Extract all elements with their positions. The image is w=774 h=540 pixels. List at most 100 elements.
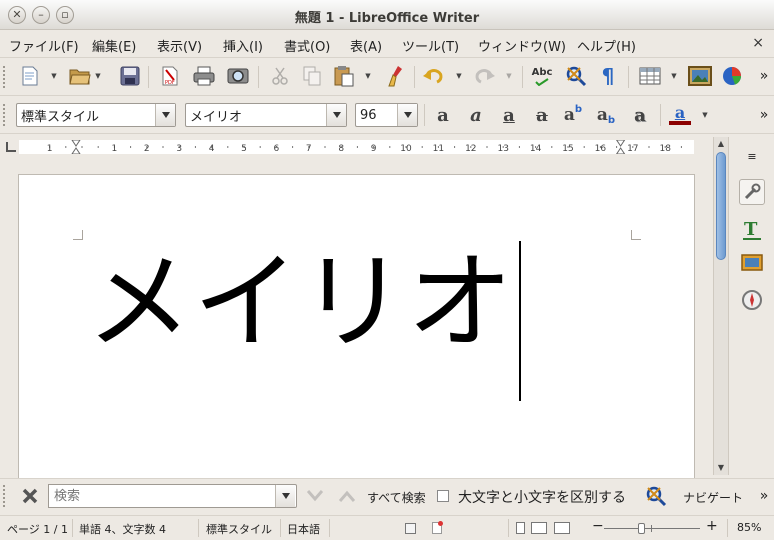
- image-icon[interactable]: [688, 64, 712, 88]
- clone-formatting-icon[interactable]: [384, 64, 408, 88]
- font-size-select[interactable]: 96: [355, 103, 418, 127]
- italic-icon[interactable]: a: [464, 103, 488, 127]
- vertical-scrollbar[interactable]: ▲ ▼: [713, 137, 728, 475]
- scroll-down-icon[interactable]: ▼: [715, 461, 727, 474]
- properties-icon[interactable]: [739, 179, 765, 205]
- menu-table[interactable]: 表(A): [350, 36, 382, 55]
- open-folder-icon[interactable]: [68, 64, 92, 88]
- single-page-view-icon[interactable]: [516, 522, 525, 534]
- gallery-icon[interactable]: [739, 249, 765, 275]
- font-size-value: 96: [360, 107, 377, 123]
- find-replace-icon[interactable]: [644, 484, 668, 508]
- menu-format[interactable]: 書式(O): [284, 36, 330, 55]
- match-case-checkbox[interactable]: [437, 490, 449, 502]
- superscript-icon[interactable]: ab: [561, 103, 585, 127]
- menu-help[interactable]: ヘルプ(H): [577, 36, 636, 55]
- left-indent-marker[interactable]: [71, 140, 81, 154]
- insert-mode-icon[interactable]: [405, 523, 416, 534]
- spellcheck-icon[interactable]: Abc: [530, 64, 554, 88]
- scroll-up-icon[interactable]: ▲: [715, 137, 727, 150]
- save-icon[interactable]: [118, 64, 142, 88]
- multi-page-view-icon[interactable]: [531, 522, 547, 534]
- open-dropdown-arrow[interactable]: ▼: [94, 64, 102, 88]
- zoom-slider-thumb[interactable]: [638, 523, 646, 534]
- toolbar-overflow-icon[interactable]: »: [752, 484, 774, 508]
- underline-icon[interactable]: a: [497, 103, 521, 127]
- menu-window[interactable]: ウィンドウ(W): [478, 36, 566, 55]
- search-history-dropdown[interactable]: [275, 484, 297, 508]
- find-next-icon[interactable]: [303, 484, 327, 508]
- bold-icon[interactable]: a: [431, 103, 455, 127]
- status-separator: [329, 519, 330, 537]
- tab-stop-icon[interactable]: [6, 142, 16, 152]
- paragraph-style-select[interactable]: 標準スタイル: [16, 103, 176, 127]
- font-color-icon[interactable]: a: [668, 103, 692, 127]
- document-text[interactable]: メイリオ: [86, 238, 514, 368]
- paste-dropdown-arrow[interactable]: ▼: [364, 64, 372, 88]
- right-indent-marker[interactable]: [615, 140, 626, 154]
- menu-edit[interactable]: 編集(E): [92, 36, 136, 55]
- redo-dropdown-arrow[interactable]: ▼: [505, 64, 513, 88]
- ruler-label: 7: [306, 144, 312, 154]
- book-view-icon[interactable]: [554, 522, 570, 534]
- export-pdf-icon[interactable]: PDF: [158, 64, 182, 88]
- zoom-out-icon[interactable]: −: [592, 518, 604, 534]
- chart-icon[interactable]: [720, 64, 744, 88]
- navigator-icon[interactable]: [739, 287, 765, 313]
- new-document-icon[interactable]: [18, 64, 42, 88]
- page-style[interactable]: 標準スタイル: [206, 521, 272, 537]
- toolbar-overflow-icon[interactable]: »: [752, 64, 774, 88]
- shadow-icon[interactable]: a: [628, 103, 652, 127]
- styles-icon[interactable]: T: [739, 217, 765, 243]
- undo-icon[interactable]: [422, 64, 446, 88]
- chevron-down-icon[interactable]: [326, 104, 346, 126]
- font-name-select[interactable]: メイリオ: [185, 103, 347, 127]
- find-previous-icon[interactable]: [335, 484, 359, 508]
- autocheck-icon[interactable]: [564, 64, 588, 88]
- zoom-in-icon[interactable]: +: [706, 518, 718, 534]
- close-findbar-icon[interactable]: [18, 484, 42, 508]
- svg-text:T: T: [744, 219, 758, 240]
- menu-view[interactable]: 表示(V): [157, 36, 202, 55]
- toolbar-grip[interactable]: [3, 104, 7, 126]
- document-area[interactable]: メイリオ: [0, 157, 713, 484]
- ruler-label: 3: [176, 144, 182, 154]
- print-icon[interactable]: [192, 64, 216, 88]
- toolbar-grip[interactable]: [3, 66, 7, 88]
- scroll-thumb[interactable]: [716, 152, 726, 260]
- menu-file[interactable]: ファイル(F): [9, 36, 79, 55]
- menu-tools[interactable]: ツール(T): [402, 36, 459, 55]
- table-dropdown-arrow[interactable]: ▼: [670, 64, 678, 88]
- close-document-button[interactable]: ×: [752, 35, 764, 51]
- toolbar-grip[interactable]: [3, 485, 7, 507]
- redo-icon[interactable]: [472, 64, 496, 88]
- horizontal-ruler[interactable]: 1 1 2 3 4 5 6 7 8 9 10 11 12 13 14 15 16 17 18: [0, 137, 713, 157]
- document-modified-icon[interactable]: [432, 521, 443, 534]
- language[interactable]: 日本語: [287, 521, 320, 537]
- chevron-down-icon[interactable]: [397, 104, 417, 126]
- chevron-down-icon[interactable]: [155, 104, 175, 126]
- menu-insert[interactable]: 挿入(I): [223, 36, 263, 55]
- sidebar-menu-icon[interactable]: ≡: [739, 143, 765, 169]
- zoom-level[interactable]: 85%: [737, 521, 761, 534]
- subscript-icon[interactable]: ab: [594, 103, 618, 127]
- search-input[interactable]: [48, 484, 276, 508]
- table-icon[interactable]: [638, 64, 662, 88]
- word-count[interactable]: 単語 4、文字数 4: [79, 521, 166, 537]
- toolbar-overflow-icon[interactable]: »: [752, 103, 774, 127]
- font-color-dropdown-arrow[interactable]: ▼: [701, 103, 709, 127]
- paste-icon[interactable]: [332, 64, 356, 88]
- find-all-button[interactable]: すべて検索: [367, 489, 426, 506]
- navigator-button[interactable]: ナビゲート: [683, 489, 743, 506]
- document-page[interactable]: メイリオ: [18, 174, 695, 484]
- new-dropdown-arrow[interactable]: ▼: [50, 64, 58, 88]
- undo-dropdown-arrow[interactable]: ▼: [455, 64, 463, 88]
- copy-icon[interactable]: [300, 64, 324, 88]
- cut-icon[interactable]: [268, 64, 292, 88]
- formatting-marks-icon[interactable]: ¶: [596, 64, 620, 88]
- page-count[interactable]: ページ 1 / 1: [7, 521, 68, 537]
- strikethrough-icon[interactable]: a: [530, 103, 554, 127]
- zoom-slider[interactable]: [604, 523, 700, 534]
- chevron-down-icon[interactable]: [275, 485, 295, 507]
- print-preview-icon[interactable]: [226, 64, 250, 88]
